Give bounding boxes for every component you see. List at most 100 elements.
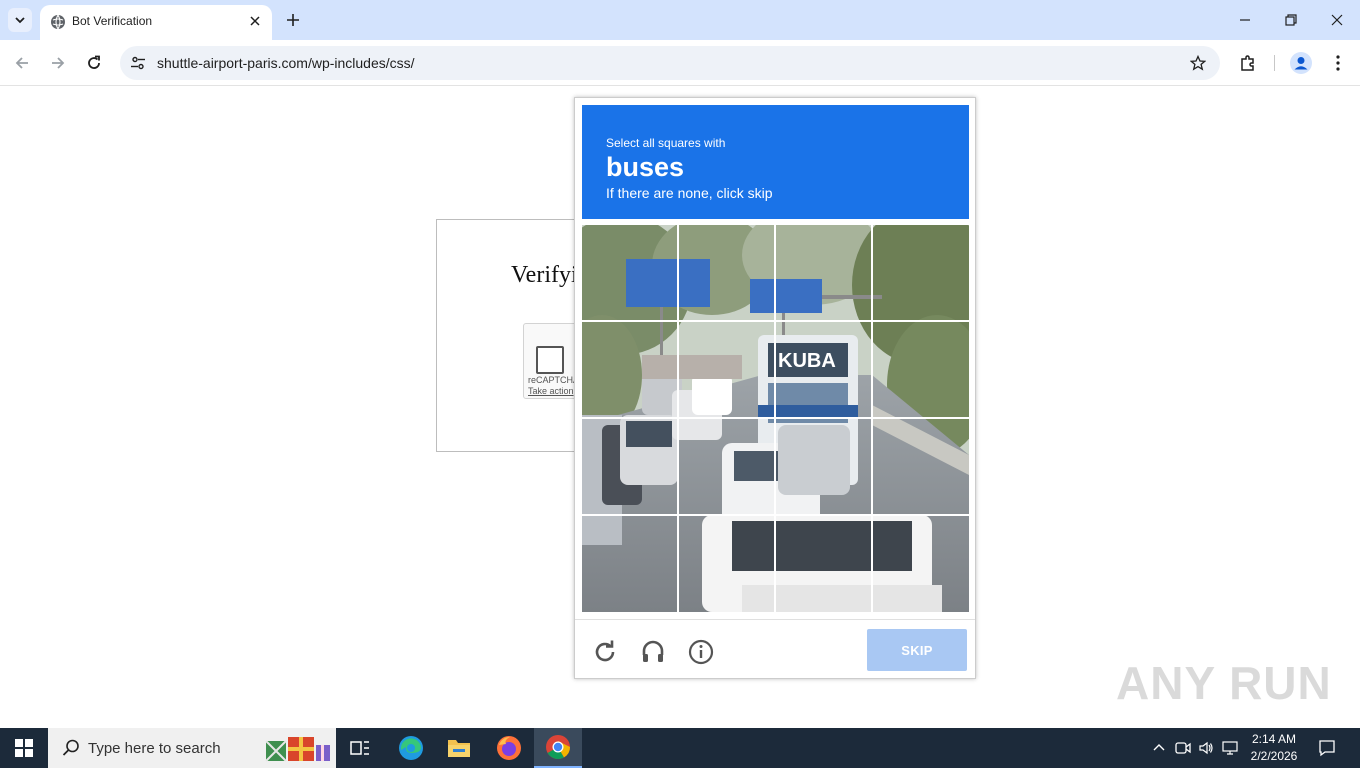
taskbar-file-explorer[interactable]	[435, 728, 483, 768]
taskbar-chrome[interactable]	[534, 728, 582, 768]
grid-tile[interactable]	[679, 516, 774, 611]
grid-tile[interactable]	[776, 225, 871, 320]
start-button[interactable]	[0, 728, 48, 768]
page-title: Verifyi	[511, 262, 578, 288]
grid-tile[interactable]	[582, 322, 677, 417]
challenge-instruction: Select all squares with	[606, 136, 726, 150]
bookmark-button[interactable]	[1188, 53, 1208, 73]
network-button[interactable]	[1221, 739, 1239, 757]
globe-icon	[51, 14, 65, 30]
address-bar[interactable]: shuttle-airport-paris.com/wp-includes/cs…	[120, 46, 1220, 80]
taskbar-firefox[interactable]	[485, 728, 533, 768]
grid-tile[interactable]	[873, 419, 968, 514]
tune-icon	[131, 56, 145, 70]
clock-time: 2:14 AM	[1251, 732, 1297, 746]
close-tab-button[interactable]	[246, 12, 264, 30]
close-icon	[250, 16, 260, 26]
edge-icon	[399, 736, 423, 760]
challenge-header: Select all squares with buses If there a…	[582, 105, 969, 219]
grid-tile[interactable]	[873, 516, 968, 611]
restore-button[interactable]	[1268, 0, 1314, 40]
avatar-icon	[1290, 52, 1312, 74]
grid-tile[interactable]	[582, 516, 677, 611]
volume-button[interactable]	[1197, 739, 1215, 757]
minimize-icon	[1240, 19, 1250, 21]
arrow-right-icon	[52, 57, 65, 69]
audio-challenge-button[interactable]	[639, 638, 667, 666]
arrow-left-icon	[15, 57, 28, 69]
extensions-button[interactable]	[1235, 50, 1261, 76]
browser-toolbar: shuttle-airport-paris.com/wp-includes/cs…	[0, 40, 1360, 86]
toolbar-divider	[1274, 55, 1275, 71]
network-icon	[1222, 741, 1238, 755]
grid-tile[interactable]	[873, 225, 968, 320]
new-tab-button[interactable]	[281, 8, 305, 32]
grid-tile[interactable]	[776, 322, 871, 417]
notification-icon	[1319, 740, 1335, 757]
grid-tile[interactable]	[582, 225, 677, 320]
clock-date: 2/2/2026	[1250, 749, 1298, 763]
show-hidden-icons-button[interactable]	[1150, 739, 1168, 757]
search-icon	[62, 739, 79, 756]
tab-bot-verification[interactable]: Bot Verification	[40, 5, 272, 40]
grid-tile[interactable]	[679, 225, 774, 320]
recaptcha-take-action-link[interactable]: Take action	[528, 386, 574, 396]
site-info-button[interactable]	[128, 53, 148, 73]
recaptcha-brand: reCAPTCHA	[528, 375, 580, 385]
forward-button[interactable]	[45, 50, 71, 76]
file-explorer-icon	[448, 740, 470, 757]
plus-icon	[287, 14, 299, 26]
kebab-menu-icon	[1336, 55, 1340, 71]
info-icon	[688, 639, 714, 665]
reload-challenge-button[interactable]	[591, 638, 619, 666]
tab-title: Bot Verification	[72, 14, 153, 28]
close-icon	[1331, 14, 1343, 26]
taskbar-search-box[interactable]: Type here to search	[48, 728, 336, 768]
minimize-button[interactable]	[1222, 0, 1268, 40]
grid-tile[interactable]	[873, 322, 968, 417]
grid-tile[interactable]	[679, 322, 774, 417]
url-text[interactable]: shuttle-airport-paris.com/wp-includes/cs…	[157, 55, 415, 71]
headphones-icon	[642, 640, 664, 662]
windows-taskbar: Type here to search 2:14 AM 2/2/2026	[0, 728, 1360, 768]
meet-now-button[interactable]	[1174, 739, 1192, 757]
reload-icon	[595, 640, 615, 662]
close-window-button[interactable]	[1314, 0, 1360, 40]
chevron-down-icon	[15, 17, 25, 24]
notifications-button[interactable]	[1318, 739, 1336, 757]
profile-button[interactable]	[1288, 50, 1314, 76]
reload-button[interactable]	[81, 50, 107, 76]
chrome-icon	[546, 735, 570, 760]
windows-logo-icon	[15, 739, 33, 757]
grid-tile[interactable]	[679, 419, 774, 514]
skip-button[interactable]: SKIP	[867, 629, 967, 671]
challenge-footer: SKIP	[575, 619, 975, 679]
watermark-logo: ANY RUN	[1116, 657, 1332, 709]
info-button[interactable]	[687, 638, 715, 666]
gift-boxes-icon	[265, 737, 330, 762]
menu-button[interactable]	[1325, 50, 1351, 76]
chevron-up-icon	[1153, 744, 1165, 751]
tab-strip: Bot Verification	[0, 0, 1360, 40]
grid-tile[interactable]	[776, 419, 871, 514]
task-view-button[interactable]	[336, 728, 384, 768]
reload-icon	[88, 55, 100, 69]
search-placeholder: Type here to search	[88, 740, 221, 757]
tab-search-button[interactable]	[8, 8, 32, 32]
star-icon	[1190, 55, 1206, 71]
task-view-icon	[350, 741, 369, 755]
restore-icon	[1285, 14, 1297, 26]
camera-icon	[1175, 742, 1191, 754]
taskbar-edge[interactable]	[387, 728, 435, 768]
firefox-icon	[497, 736, 521, 760]
recaptcha-checkbox[interactable]	[536, 346, 564, 374]
grid-tile[interactable]	[776, 516, 871, 611]
taskbar-clock[interactable]: 2:14 AM 2/2/2026	[1246, 731, 1302, 765]
challenge-image-grid: KUBA	[582, 225, 969, 612]
back-button[interactable]	[9, 50, 35, 76]
captcha-challenge-dialog: Select all squares with buses If there a…	[574, 97, 976, 679]
grid-tile[interactable]	[582, 419, 677, 514]
puzzle-icon	[1241, 55, 1254, 71]
challenge-hint: If there are none, click skip	[606, 185, 773, 201]
challenge-target: buses	[606, 152, 685, 182]
